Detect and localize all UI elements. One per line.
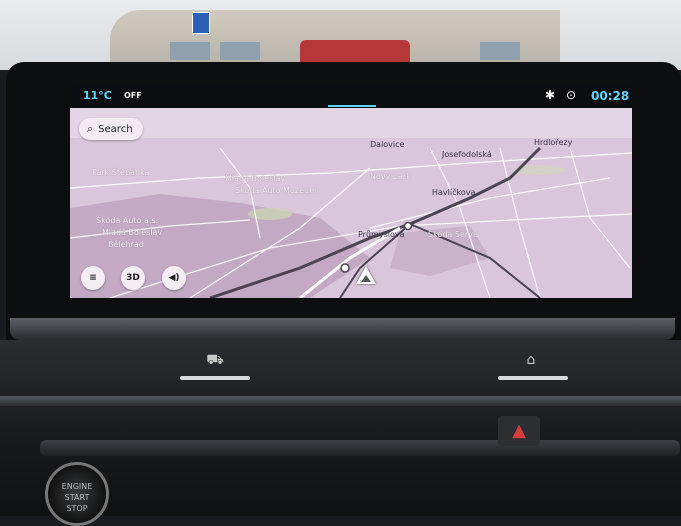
home-button-bar — [498, 376, 568, 380]
page-indicator — [328, 105, 376, 107]
map-label: Mladá Boleslav — [102, 228, 163, 237]
search-icon: ⌕ — [87, 122, 94, 135]
map-label: Škoda Auto Muzeum — [235, 186, 317, 195]
car-button-bar — [180, 376, 250, 380]
status-bar: 11°C OFF ✱ ⊙ 00:28 — [70, 84, 632, 108]
car-button-icon[interactable]: ⛟ — [196, 348, 234, 372]
map-graphics — [70, 108, 632, 298]
map-label: Josefodolská — [442, 150, 492, 159]
temperature-readout[interactable]: 11°C — [83, 89, 112, 102]
map-label: Park Štěpánka — [92, 168, 150, 177]
start-stop-button[interactable]: ENGINE START STOP — [45, 462, 109, 526]
view-mode-button[interactable]: 3D — [121, 266, 145, 290]
parking-sign — [192, 12, 210, 34]
hazard-button[interactable]: ▲ — [498, 416, 540, 446]
building-window — [220, 42, 260, 60]
navigation-map[interactable]: Dalovice Josefodolská Hrdlořezy Nový par… — [70, 108, 632, 298]
map-label: Nový park — [370, 172, 411, 181]
dashboard-trim — [0, 396, 681, 406]
search-label: Search — [98, 123, 133, 135]
bluetooth-icon: ✱ — [545, 88, 556, 102]
menu-button[interactable]: ≡ — [81, 266, 105, 290]
map-label: Mladá Boleslav — [225, 174, 286, 183]
ac-state[interactable]: OFF — [124, 91, 142, 100]
map-label: Škoda Servis — [428, 230, 480, 239]
clock: 00:28 — [591, 89, 630, 103]
infotainment-screen: 11°C OFF ✱ ⊙ 00:28 Dalovice Josefodolská… — [70, 84, 632, 298]
dashboard-trim-lower — [40, 440, 680, 456]
current-position-arrow-icon — [356, 266, 376, 284]
bezel-lip — [10, 318, 675, 340]
home-button-icon[interactable]: ⌂ — [512, 348, 550, 372]
volume-button[interactable]: ◀) — [162, 266, 186, 290]
location-icon: ⊙ — [566, 88, 577, 102]
map-label: Bělehrad — [108, 240, 144, 249]
map-label: Havlíčkova — [432, 188, 476, 197]
map-label: Škoda Auto a.s. — [96, 216, 159, 225]
building-window — [170, 42, 210, 60]
map-label: Hrdlořezy — [534, 138, 573, 147]
building-window — [480, 42, 520, 60]
search-button[interactable]: ⌕ Search — [79, 118, 143, 140]
map-label: Průmyslová — [358, 230, 405, 239]
map-label: Dalovice — [370, 140, 405, 149]
